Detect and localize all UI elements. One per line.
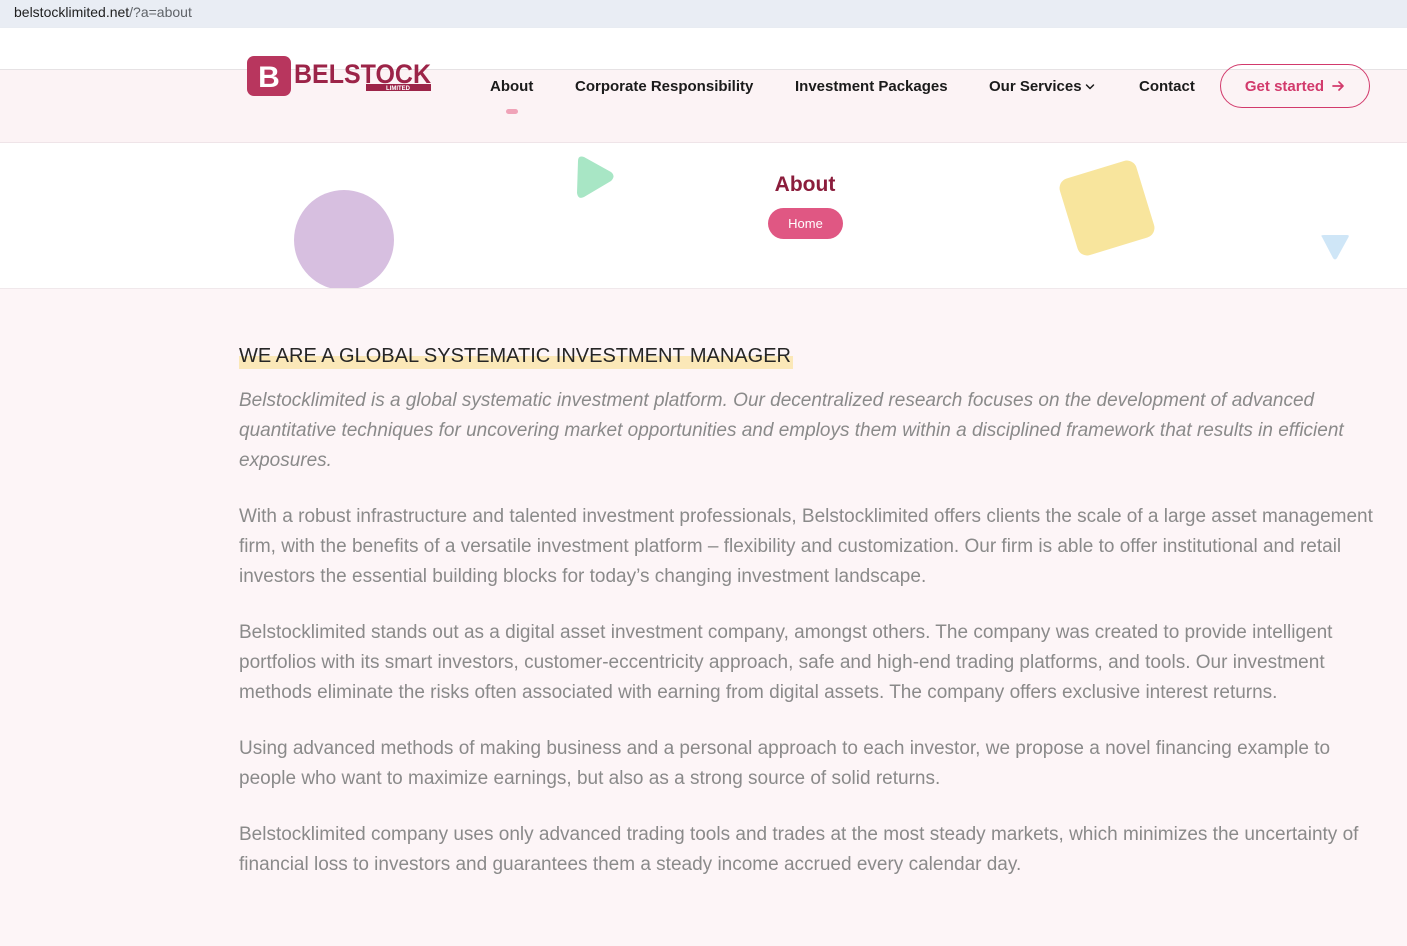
browser-address-bar[interactable]: belstocklimited.net/?a=about — [0, 0, 1407, 28]
url-path: /?a=about — [129, 4, 192, 20]
about-lead-text: Belstocklimited is a global systematic i… — [239, 390, 1344, 471]
address-field[interactable] — [0, 0, 1407, 28]
arrow-right-icon — [1332, 81, 1344, 91]
get-started-label: Get started — [1244, 77, 1325, 95]
get-started-button[interactable]: Get started — [1220, 64, 1370, 108]
logo-letter: B — [258, 61, 280, 94]
url-text[interactable]: belstocklimited.net/?a=about — [14, 3, 192, 21]
page: belstocklimited.net/?a=about B BELSTOCK … — [0, 0, 1407, 946]
page-title-band: About Home — [0, 143, 1407, 289]
about-headline: WE ARE A GLOBAL SYSTEMATIC INVESTMENT MA… — [239, 343, 793, 369]
nav-our-services[interactable]: Our Services — [989, 78, 1095, 96]
url-host: belstocklimited.net — [14, 4, 130, 20]
about-paragraph: With a robust infrastructure and talente… — [239, 506, 1373, 587]
nav-active-indicator — [506, 109, 518, 114]
chevron-down-icon — [1085, 84, 1094, 90]
logo-graphic: B BELSTOCK LIMITED — [247, 56, 431, 96]
about-paragraph: Belstocklimited stands out as a digital … — [239, 622, 1333, 703]
about-paragraph: Belstocklimited company uses only advanc… — [239, 824, 1359, 875]
about-paragraph: Using advanced methods of making busines… — [239, 738, 1331, 789]
logo-subtext: LIMITED — [386, 86, 411, 92]
decorative-square-shape — [1059, 160, 1155, 256]
nav-contact[interactable]: Contact — [1139, 78, 1195, 96]
nav-our-services-label: Our Services — [989, 78, 1082, 95]
browser-toolbar-strip — [0, 28, 1407, 70]
decorative-triangle-shape — [1321, 235, 1349, 260]
site-logo[interactable]: B BELSTOCK LIMITED — [246, 56, 436, 98]
nav-corporate-responsibility[interactable]: Corporate Responsibility — [575, 78, 753, 96]
about-content: WE ARE A GLOBAL SYSTEMATIC INVESTMENT MA… — [239, 343, 1379, 880]
nav-investment-packages-label: Investment Packages — [795, 78, 948, 95]
nav-about[interactable]: About — [490, 78, 533, 96]
nav-investment-packages[interactable]: Investment Packages — [795, 78, 948, 96]
page-title: About — [774, 173, 836, 196]
nav-corporate-responsibility-label: Corporate Responsibility — [575, 78, 754, 95]
site-header: B BELSTOCK LIMITED About Corporate Respo… — [0, 56, 1407, 143]
decorative-circle-shape — [294, 190, 394, 288]
breadcrumb-home-link[interactable]: Home — [768, 208, 843, 239]
nav-about-label: About — [490, 78, 534, 95]
nav-contact-label: Contact — [1139, 78, 1195, 95]
